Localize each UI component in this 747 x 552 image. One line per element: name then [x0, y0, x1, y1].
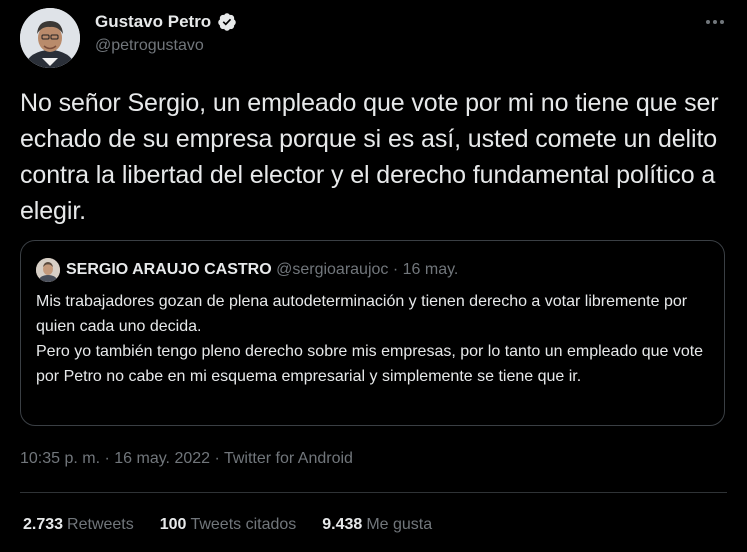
author-name[interactable]: Gustavo Petro [95, 12, 211, 32]
quoted-author-name: SERGIO ARAUJO CASTRO [66, 261, 272, 278]
likes-label: Me gusta [366, 516, 433, 533]
quoted-author-avatar [36, 258, 60, 282]
timestamp-row: 10:35 p. m. · 16 may. 2022 · Twitter for… [20, 450, 353, 468]
quote-tweets-label: Tweets citados [190, 516, 297, 533]
likes-stat[interactable]: 9.438 Me gusta [322, 516, 432, 534]
author-name-row: Gustavo Petro [95, 12, 237, 32]
verified-badge-icon [217, 12, 237, 32]
quoted-text-line: Mis trabajadores gozan de plena autodete… [36, 293, 688, 335]
timestamp-separator: · [100, 450, 115, 467]
tweet-time[interactable]: 10:35 p. m. [20, 450, 100, 467]
quoted-author-handle: @sergioaraujoc [276, 261, 389, 278]
tweet-text: No señor Sergio, un empleado que vote po… [20, 89, 719, 225]
author-avatar-image [20, 8, 80, 68]
quoted-date: 16 may. [402, 261, 459, 278]
retweets-label: Retweets [67, 516, 134, 533]
quoted-text-line: Pero yo también tengo pleno derecho sobr… [36, 343, 704, 385]
author-handle[interactable]: @petrogustavo [95, 37, 204, 55]
quote-tweets-count: 100 [159, 516, 187, 533]
retweets-stat[interactable]: 2.733 Retweets [23, 516, 134, 534]
stats-row: 2.733 Retweets 100 Tweets citados 9.438 Me … [23, 516, 432, 534]
quote-tweets-stat[interactable]: 100 Tweets citados [160, 516, 297, 534]
likes-count: 9.438 [322, 516, 363, 533]
more-options-icon[interactable] [704, 12, 726, 32]
author-avatar[interactable] [20, 8, 80, 68]
quoted-tweet-card[interactable]: SERGIO ARAUJO CASTRO @sergioaraujoc · 16… [20, 240, 725, 426]
retweets-count: 2.733 [23, 516, 64, 533]
timestamp-separator: · [210, 450, 224, 467]
quoted-header: SERGIO ARAUJO CASTRO @sergioaraujoc · 16… [66, 261, 458, 279]
quoted-separator: · [388, 261, 403, 278]
quoted-text: Mis trabajadores gozan de plena autodete… [36, 289, 716, 389]
tweet-date[interactable]: 16 may. 2022 [114, 450, 210, 467]
tweet-source[interactable]: Twitter for Android [224, 450, 353, 467]
divider [20, 492, 727, 493]
